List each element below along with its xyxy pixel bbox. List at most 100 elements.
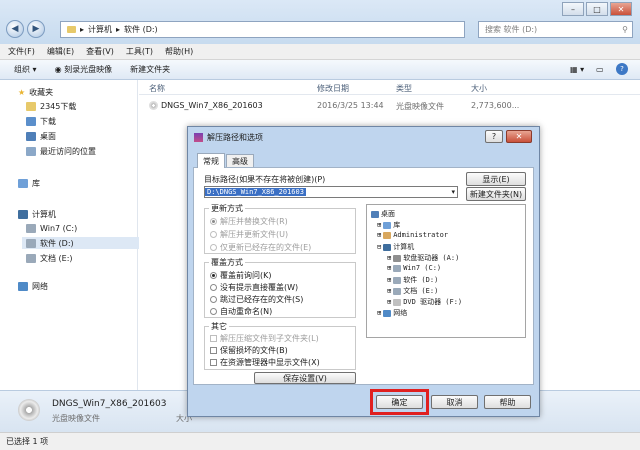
recent-places-icon xyxy=(26,146,36,156)
search-input[interactable]: 搜索 软件 (D:) ⚲ xyxy=(478,21,633,38)
option-label: 跳过已经存在的文件(S) xyxy=(220,295,304,304)
disc-image-icon xyxy=(149,101,158,110)
burn-image-button[interactable]: ◉ 刻录光盘映像 xyxy=(55,64,113,75)
dropdown-arrow-icon[interactable]: ▾ xyxy=(451,188,455,196)
checkbox-icon xyxy=(210,347,217,354)
tree-item-library[interactable]: ⊞ 库 xyxy=(377,220,400,230)
details-file-type: 光盘映像文件 xyxy=(52,414,100,423)
maximize-button[interactable]: □ xyxy=(586,2,608,16)
tree-item-desktop[interactable]: 桌面 xyxy=(371,209,395,219)
tree-item-label: Win7 (C:) xyxy=(403,264,442,272)
tree-item-network[interactable]: ⊞ 网络 xyxy=(377,308,407,318)
file-name-cell[interactable]: DNGS_Win7_X86_201603 xyxy=(149,101,263,110)
other-options-title: 其它 xyxy=(209,321,229,332)
sidebar-item-drive-e[interactable]: 文档 (E:) xyxy=(26,252,73,264)
menu-edit[interactable]: 编辑(E) xyxy=(47,46,74,57)
folder-icon xyxy=(67,26,76,33)
tab-general[interactable]: 常规 xyxy=(197,153,225,168)
column-header-type[interactable]: 类型 xyxy=(396,83,412,94)
radio-icon xyxy=(210,244,217,251)
breadcrumb-drive[interactable]: 软件 (D:) xyxy=(124,24,158,35)
forward-button[interactable]: ▶ xyxy=(27,20,45,38)
organize-button[interactable]: 组织 ▾ xyxy=(14,64,37,75)
address-bar[interactable]: ▸ 计算机 ▸ 软件 (D:) xyxy=(60,21,465,38)
other-options-group: 其它 解压压缩文件到子文件夹(L) 保留损坏的文件(B) 在资源管理器中显示文件… xyxy=(204,321,356,370)
update-option-replace[interactable]: 解压并替换文件(R) xyxy=(210,216,288,227)
sidebar-computer[interactable]: 计算机 xyxy=(18,208,56,220)
overwrite-option-overwrite[interactable]: 没有提示直接覆盖(W) xyxy=(210,282,298,293)
dialog-help-button[interactable]: ? xyxy=(485,130,503,143)
back-button[interactable]: ◀ xyxy=(6,20,24,38)
menu-tools[interactable]: 工具(T) xyxy=(126,46,153,57)
sidebar-item-recent[interactable]: 最近访问的位置 xyxy=(26,145,96,157)
expand-icon: ⊞ xyxy=(377,221,382,229)
breadcrumb-computer[interactable]: 计算机 xyxy=(88,24,112,35)
overwrite-option-rename[interactable]: 自动重命名(N) xyxy=(210,306,272,317)
overwrite-option-skip[interactable]: 跳过已经存在的文件(S) xyxy=(210,294,303,305)
expand-icon: ⊞ xyxy=(387,276,392,284)
sidebar-favorites[interactable]: ★ 收藏夹 xyxy=(18,86,53,98)
dialog-close-button[interactable]: ✕ xyxy=(506,130,532,143)
option-label: 自动重命名(N) xyxy=(220,307,273,316)
path-input[interactable]: D:\DNGS_Win7_X86_201603 ▾ xyxy=(204,186,458,198)
extract-dialog: 解压路径和选项 ? ✕ 常规 高级 目标路径(如果不存在将被创建)(P) D:\… xyxy=(187,126,540,417)
column-header-date[interactable]: 修改日期 xyxy=(317,83,349,94)
tree-item-drive-e[interactable]: ⊞ 文档 (E:) xyxy=(387,286,438,296)
update-mode-title: 更新方式 xyxy=(209,203,245,214)
help-icon[interactable]: ? xyxy=(616,63,628,75)
tree-item-floppy-a[interactable]: ⊞ 软盘驱动器 (A:) xyxy=(387,253,459,263)
tree-item-administrator[interactable]: ⊞ Administrator xyxy=(377,231,448,239)
option-show-in-explorer[interactable]: 在资源管理器中显示文件(X) xyxy=(210,357,320,368)
arrow-right-icon: ▶ xyxy=(32,24,40,34)
tree-item-label: 文档 (E:) xyxy=(403,287,439,295)
option-label: 在资源管理器中显示文件(X) xyxy=(220,358,320,367)
checkbox-icon xyxy=(210,359,217,366)
update-option-update[interactable]: 解压并更新文件(U) xyxy=(210,229,288,240)
sidebar-item-label: 文档 (E:) xyxy=(40,253,73,263)
network-label: 网络 xyxy=(32,281,48,291)
minimize-button[interactable]: – xyxy=(562,2,584,16)
save-settings-button[interactable]: 保存设置(V) xyxy=(254,372,356,384)
cancel-button[interactable]: 取消 xyxy=(431,395,478,409)
option-label: 覆盖前询问(K) xyxy=(220,271,272,280)
menu-view[interactable]: 查看(V) xyxy=(86,46,114,57)
sidebar-item-label: 桌面 xyxy=(40,131,56,141)
tree-item-dvd-f[interactable]: ⊞ DVD 驱动器 (F:) xyxy=(387,297,462,307)
column-header-size[interactable]: 大小 xyxy=(471,83,487,94)
preview-pane-icon[interactable]: ▭ xyxy=(596,65,604,74)
folder-tree[interactable]: 桌面 ⊞ 库 ⊞ Administrator ⊟ 计算机 ⊞ 软盘驱动器 (A:) ⊞ W… xyxy=(366,204,526,338)
sidebar-item-downloads[interactable]: 下载 xyxy=(26,115,56,127)
collapse-icon: ⊟ xyxy=(377,243,382,251)
path-label: 目标路径(如果不存在将被创建)(P) xyxy=(204,175,326,184)
help-button[interactable]: 帮助 xyxy=(484,395,531,409)
tab-general-label: 常规 xyxy=(203,156,219,166)
sidebar-item-drive-d[interactable]: 软件 (D:) xyxy=(22,237,140,249)
update-option-existing[interactable]: 仅更新已经存在的文件(E) xyxy=(210,242,311,253)
view-options-icon[interactable]: ▦ ▾ xyxy=(570,65,584,74)
column-header-name[interactable]: 名称 xyxy=(149,83,165,94)
tree-item-drive-c[interactable]: ⊞ Win7 (C:) xyxy=(387,264,441,272)
option-keep-broken[interactable]: 保留损坏的文件(B) xyxy=(210,345,288,356)
menu-file[interactable]: 文件(F) xyxy=(8,46,35,57)
tree-item-label: DVD 驱动器 (F:) xyxy=(403,298,463,306)
tree-item-label: 软件 (D:) xyxy=(403,276,439,284)
tab-advanced[interactable]: 高级 xyxy=(226,154,254,168)
show-button[interactable]: 显示(E) xyxy=(466,172,526,186)
close-button[interactable]: ✕ xyxy=(610,2,632,16)
disc-icon: ◉ xyxy=(54,65,62,74)
expand-icon: ⊞ xyxy=(387,264,392,272)
tree-item-drive-d[interactable]: ⊞ 软件 (D:) xyxy=(387,275,438,285)
sidebar-item-drive-c[interactable]: Win7 (C:) xyxy=(26,222,77,234)
ok-button[interactable]: 确定 xyxy=(376,395,423,409)
tree-item-computer[interactable]: ⊟ 计算机 xyxy=(377,242,414,252)
sidebar-item-desktop[interactable]: 桌面 xyxy=(26,130,56,142)
sidebar-library[interactable]: 库 xyxy=(18,177,40,189)
menu-help[interactable]: 帮助(H) xyxy=(165,46,193,57)
option-extract-subfolder[interactable]: 解压压缩文件到子文件夹(L) xyxy=(210,333,319,344)
sidebar-item-2345download[interactable]: 2345下载 xyxy=(26,100,76,112)
new-folder-button[interactable]: 新建文件夹(N) xyxy=(466,187,526,201)
desktop-icon xyxy=(26,131,36,141)
new-folder-button[interactable]: 新建文件夹 xyxy=(130,64,170,75)
overwrite-option-ask[interactable]: 覆盖前询问(K) xyxy=(210,270,272,281)
sidebar-network[interactable]: 网络 xyxy=(18,280,48,292)
